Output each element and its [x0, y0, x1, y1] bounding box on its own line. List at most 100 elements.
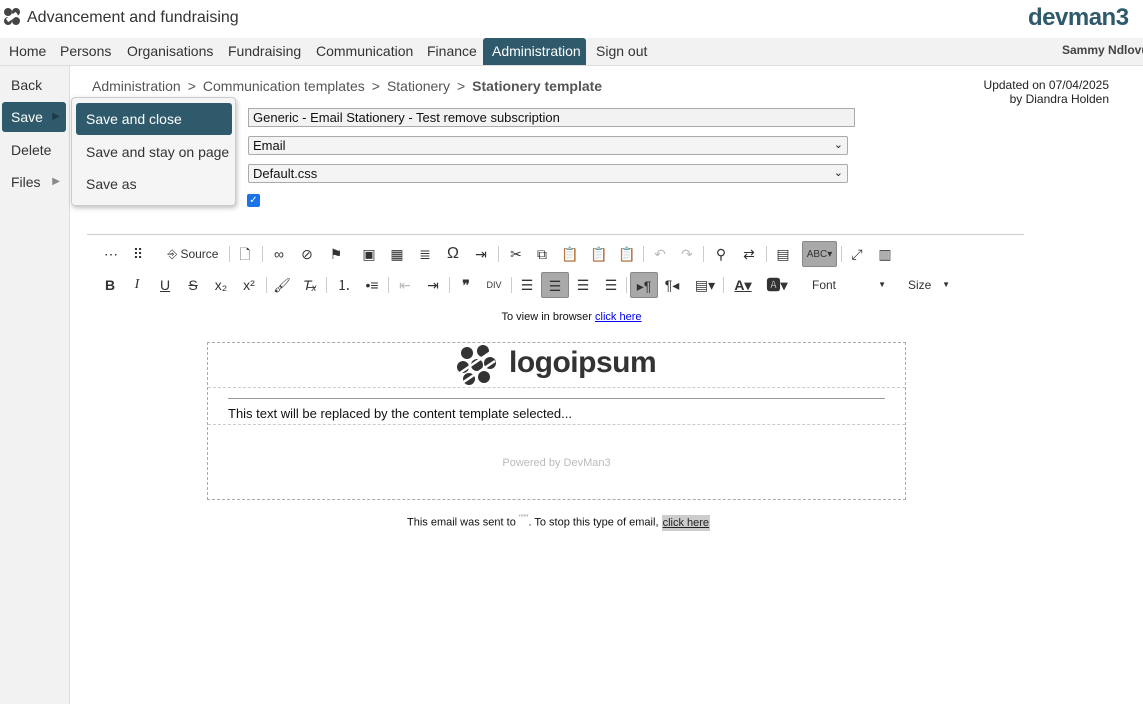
align-center-icon[interactable]: ☰ [541, 272, 569, 298]
toolbar-separator [703, 246, 704, 262]
email-body[interactable]: logoipsum This text will be replaced by … [207, 342, 906, 500]
copy-icon[interactable]: ⧉ [531, 241, 553, 267]
template-name-input[interactable]: Generic - Email Stationery - Test remove… [248, 108, 855, 127]
special-char-icon[interactable]: Ω [442, 241, 464, 267]
select-all-icon[interactable]: ▤ [772, 241, 794, 267]
chevron-down-icon: ⌄ [833, 139, 843, 151]
toolbar-separator [326, 277, 327, 293]
logo-row: logoipsum [208, 343, 905, 388]
justify-icon[interactable]: ☰ [600, 272, 622, 298]
unsubscribe-link[interactable]: click here [661, 514, 711, 531]
remove-format-icon[interactable]: T̶ₓ [299, 272, 321, 298]
paste-word-icon[interactable]: 📋 [616, 241, 638, 267]
collapse-toolbar-icon[interactable]: ⋯ [100, 241, 122, 267]
toolbar-separator [643, 246, 644, 262]
app-logo-icon [4, 8, 20, 25]
view-in-browser-link[interactable]: click here [595, 311, 641, 323]
align-left-icon[interactable]: ☰ [516, 272, 538, 298]
breadcrumb-separator: > [187, 78, 196, 94]
source-button[interactable]: ⎆ Source [162, 241, 224, 267]
anchor-flag-icon[interactable]: ⚑ [325, 241, 347, 267]
breadcrumb-communication-templates[interactable]: Communication templates [203, 78, 365, 94]
text-direction-rtl-icon[interactable]: ¶◂ [661, 272, 683, 298]
replace-icon[interactable]: ⇄ [738, 241, 760, 267]
link-icon[interactable]: ∞ [268, 241, 290, 267]
stylesheet-select[interactable]: Default.css ⌄ [248, 164, 848, 183]
template-type-select[interactable]: Email ⌄ [248, 136, 848, 155]
redo-icon[interactable]: ↷ [676, 241, 698, 267]
numbered-list-icon[interactable]: ⒈ [333, 272, 355, 298]
strikethrough-icon[interactable]: S [182, 272, 204, 298]
bulleted-list-icon[interactable]: •≡ [361, 272, 383, 298]
template-type-value: Email [253, 138, 286, 153]
unlink-icon[interactable]: ⊘ [296, 241, 318, 267]
horizontal-line-icon[interactable]: ≣ [414, 241, 436, 267]
font-family-dropdown[interactable]: Font ▼ [802, 272, 892, 298]
font-size-dropdown[interactable]: Size ▼ [898, 272, 954, 298]
nav-home[interactable]: Home [0, 38, 55, 65]
page-break-icon[interactable]: ⇥ [470, 241, 492, 267]
content-separator [208, 424, 905, 425]
nav-finance[interactable]: Finance [418, 38, 486, 65]
breadcrumb-stationery[interactable]: Stationery [387, 78, 450, 94]
paste-text-icon[interactable]: 📋 [588, 241, 610, 267]
nav-communication[interactable]: Communication [307, 38, 422, 65]
italic-icon[interactable]: I [126, 272, 148, 298]
delete-label: Delete [11, 142, 52, 158]
back-label: Back [11, 77, 43, 93]
breadcrumb-administration[interactable]: Administration [92, 78, 181, 94]
submenu-arrow-icon: ▶ [52, 176, 60, 187]
dropdown-arrow-icon: ▼ [942, 280, 950, 289]
toolbar-separator [498, 246, 499, 262]
nav-fundraising[interactable]: Fundraising [219, 38, 310, 65]
text-direction-ltr-icon[interactable]: ▸¶ [630, 272, 658, 298]
maximize-icon[interactable]: ⤢ [846, 241, 868, 267]
blocks-icon[interactable]: ⠿ [127, 241, 149, 267]
subscript-icon[interactable]: x₂ [210, 272, 232, 298]
outdent-icon[interactable]: ⇤ [394, 272, 416, 298]
language-icon[interactable]: ▤▾ [692, 272, 718, 298]
toolbar-separator [723, 277, 724, 293]
align-right-icon[interactable]: ☰ [572, 272, 594, 298]
copy-format-icon[interactable]: 🖌 [271, 272, 293, 298]
nav-persons[interactable]: Persons [51, 38, 120, 65]
templates-icon[interactable]: 🗋 [234, 241, 256, 267]
create-div-icon[interactable]: DIV [483, 272, 505, 298]
files-button[interactable]: Files ▶ [2, 167, 66, 197]
nav-organisations[interactable]: Organisations [118, 38, 222, 65]
user-name[interactable]: Sammy Ndlovu [1062, 43, 1143, 57]
text-color-icon[interactable]: A▾ [732, 272, 754, 298]
toolbar-separator [511, 277, 512, 293]
image-icon[interactable]: ▣ [358, 241, 380, 267]
blockquote-icon[interactable]: ❞ [455, 272, 477, 298]
bold-icon[interactable]: B [99, 272, 121, 298]
cut-icon[interactable]: ✂ [505, 241, 527, 267]
undo-icon[interactable]: ↶ [649, 241, 671, 267]
spellcheck-icon[interactable]: ABC▾ [802, 241, 837, 267]
breadcrumb: Administration > Communication templates > S… [92, 78, 602, 94]
indent-icon[interactable]: ⇥ [422, 272, 444, 298]
save-and-stay-item[interactable]: Save and stay on page [76, 136, 232, 168]
search-icon[interactable]: ⚲ [710, 241, 732, 267]
back-button[interactable]: Back [2, 70, 66, 100]
save-button[interactable]: Save ▶ [2, 102, 66, 132]
save-as-item[interactable]: Save as [76, 168, 232, 200]
stop-email-text: . To stop this type of email, [528, 516, 662, 529]
files-label: Files [11, 174, 41, 190]
delete-button[interactable]: Delete [2, 135, 66, 165]
superscript-icon[interactable]: x² [238, 272, 260, 298]
active-checkbox[interactable]: ✓ [247, 194, 260, 207]
nav-administration[interactable]: Administration [483, 38, 586, 65]
table-icon[interactable]: ▦ [386, 241, 408, 267]
source-label: Source [180, 247, 219, 261]
paste-icon[interactable]: 📋 [559, 241, 581, 267]
updated-by: by Diandra Holden [1009, 92, 1109, 106]
show-blocks-icon[interactable]: ▥ [874, 241, 896, 267]
save-label: Save [11, 109, 43, 125]
underline-icon[interactable]: U [154, 272, 176, 298]
unsubscribe-line: This email was sent to """. To stop this… [407, 513, 711, 531]
nav-sign-out[interactable]: Sign out [587, 38, 656, 65]
save-and-close-item[interactable]: Save and close [76, 103, 232, 135]
toolbar-separator [388, 277, 389, 293]
background-color-icon[interactable]: 🅰▾ [766, 272, 788, 298]
